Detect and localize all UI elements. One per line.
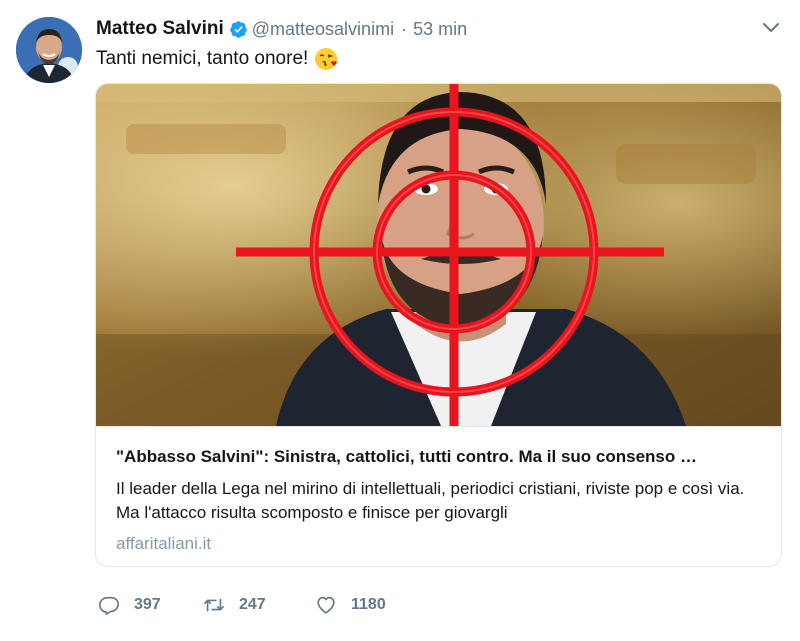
face-throwing-kiss-emoji	[315, 48, 338, 70]
tweet-text: Tanti nemici, tanto onore!	[96, 48, 309, 69]
tweet-text-row: Tanti nemici, tanto onore!	[96, 46, 340, 72]
verified-badge-icon	[229, 20, 247, 38]
card-image	[96, 84, 781, 426]
reply-button[interactable]: 397	[98, 594, 203, 616]
retweet-count: 247	[239, 596, 266, 613]
card-description: Il leader della Lega nel mirino di intel…	[116, 479, 745, 522]
chevron-down-icon[interactable]	[762, 21, 780, 35]
card-title[interactable]: "Abbasso Salvini": Sinistra, cattolici, …	[116, 447, 761, 467]
tweet-timestamp[interactable]: 53 min	[413, 19, 467, 40]
tweet-header: Matteo Salvini @matteosalvinimi · 53 min	[96, 16, 467, 42]
card-domain: affaritaliani.it	[116, 534, 212, 553]
reply-count: 397	[134, 596, 161, 613]
reply-icon	[99, 596, 119, 615]
author-avatar[interactable]	[16, 17, 82, 83]
avatar-photo	[16, 17, 82, 83]
like-count: 1180	[351, 596, 386, 613]
tweet-actions: 397 247 1180	[98, 594, 386, 616]
like-button[interactable]: 1180	[315, 594, 386, 616]
retweet-button[interactable]: 247	[203, 594, 315, 616]
retweet-icon	[204, 598, 224, 612]
like-icon	[317, 596, 335, 614]
author-name[interactable]: Matteo Salvini	[96, 18, 224, 40]
author-handle[interactable]: @matteosalvinimi	[252, 19, 394, 40]
separator-dot: ·	[401, 18, 408, 39]
card-body: "Abbasso Salvini": Sinistra, cattolici, …	[96, 426, 781, 554]
link-card[interactable]: "Abbasso Salvini": Sinistra, cattolici, …	[95, 83, 782, 567]
